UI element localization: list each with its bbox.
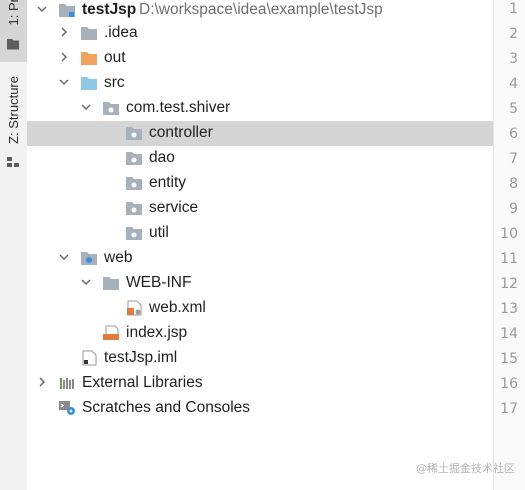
util-label: util — [149, 224, 169, 241]
root-label: testJsp — [82, 1, 137, 18]
line-number: 5 — [509, 101, 518, 117]
out-label: out — [104, 49, 126, 66]
line-number: 16 — [500, 376, 518, 392]
dao-label: dao — [149, 149, 175, 166]
line-number: 10 — [500, 226, 518, 242]
package-icon — [126, 227, 142, 240]
watermark: @稀土掘金技术社区 — [416, 462, 515, 475]
xml-file-icon — [127, 300, 142, 316]
src-label: src — [104, 74, 125, 91]
tree-row-iml[interactable]: testJsp.iml — [27, 346, 493, 371]
tree-row-entity[interactable]: entity — [27, 171, 493, 196]
chevron-right-icon[interactable] — [56, 24, 72, 40]
line-number-gutter: 1 2 3 4 5 6 7 8 9 10 11 12 13 14 15 16 1… — [493, 0, 525, 490]
source-folder-icon — [81, 77, 97, 90]
chevron-right-icon[interactable] — [34, 374, 50, 390]
module-folder-icon — [59, 4, 75, 17]
tree-row-service[interactable]: service — [27, 196, 493, 221]
entity-label: entity — [149, 174, 187, 191]
line-number: 14 — [500, 326, 518, 342]
tree-row-src[interactable]: src — [27, 71, 493, 96]
iml-file-icon — [82, 350, 97, 366]
excluded-folder-icon — [81, 52, 97, 65]
folder-icon — [81, 27, 97, 40]
tree-row-external-libraries[interactable]: External Libraries — [27, 371, 493, 396]
line-number: 13 — [500, 301, 518, 317]
line-number: 11 — [500, 251, 518, 267]
line-number: 9 — [509, 201, 518, 217]
idea-label: .idea — [104, 24, 138, 41]
external-libraries-label: External Libraries — [82, 374, 203, 391]
tree-row-dao[interactable]: dao — [27, 146, 493, 171]
tree-row-indexjsp[interactable]: index.jsp — [27, 321, 493, 346]
structure-tab-label: Z: Structure — [6, 76, 21, 144]
package-icon — [126, 177, 142, 190]
structure-icon — [7, 157, 19, 167]
line-number: 2 — [509, 26, 518, 42]
line-number: 7 — [509, 151, 518, 167]
structure-tool-tab[interactable]: Z: Structure — [0, 72, 27, 172]
chevron-down-icon[interactable] — [34, 1, 50, 17]
jsp-file-icon — [103, 325, 119, 340]
tree-row-webxml[interactable]: web.xml — [27, 296, 493, 321]
tree-row-controller[interactable]: controller — [27, 121, 493, 146]
chevron-down-icon[interactable] — [78, 274, 94, 290]
tree-row-idea[interactable]: .idea — [27, 21, 493, 46]
project-folder-icon — [7, 39, 19, 50]
project-tree: testJsp D:\workspace\idea\example\testJs… — [27, 0, 493, 490]
scratches-icon — [59, 401, 75, 415]
chevron-right-icon[interactable] — [56, 49, 72, 65]
line-number: 17 — [500, 401, 518, 417]
line-number: 15 — [500, 351, 518, 367]
line-number: 12 — [500, 276, 518, 292]
web-label: web — [104, 249, 133, 266]
tree-row-util[interactable]: util — [27, 221, 493, 246]
web-folder-icon — [81, 252, 97, 265]
root-path: D:\workspace\idea\example\testJsp — [139, 1, 383, 18]
libraries-icon — [60, 378, 74, 389]
tree-row-webinf[interactable]: WEB-INF — [27, 271, 493, 296]
tree-row-scratches[interactable]: Scratches and Consoles — [27, 396, 493, 421]
webxml-label: web.xml — [149, 299, 206, 316]
tree-row-root[interactable]: testJsp D:\workspace\idea\example\testJs… — [27, 0, 493, 23]
line-number: 1 — [509, 1, 518, 17]
package-label: com.test.shiver — [126, 99, 231, 116]
iml-label: testJsp.iml — [104, 349, 178, 366]
tool-window-strip: 1: Pr Z: Structure — [0, 0, 28, 490]
chevron-down-icon[interactable] — [56, 74, 72, 90]
service-label: service — [149, 199, 199, 216]
scratches-label: Scratches and Consoles — [82, 399, 251, 416]
tree-row-package[interactable]: com.test.shiver — [27, 96, 493, 121]
tree-row-out[interactable]: out — [27, 46, 493, 71]
webinf-label: WEB-INF — [126, 274, 192, 291]
package-icon — [126, 127, 142, 140]
line-number: 8 — [509, 176, 518, 192]
package-icon — [126, 152, 142, 165]
controller-label: controller — [149, 124, 213, 141]
project-tab-label: 1: Pr — [6, 0, 21, 26]
folder-icon — [103, 277, 119, 290]
project-tool-tab[interactable]: 1: Pr — [0, 0, 27, 62]
line-number: 4 — [509, 76, 518, 92]
chevron-down-icon[interactable] — [78, 99, 94, 115]
package-icon — [103, 102, 119, 115]
line-number: 3 — [509, 51, 518, 67]
line-number: 6 — [509, 126, 518, 142]
indexjsp-label: index.jsp — [126, 324, 188, 341]
tree-row-web[interactable]: web — [27, 246, 493, 271]
package-icon — [126, 202, 142, 215]
chevron-down-icon[interactable] — [56, 249, 72, 265]
ide-window: 1: Pr Z: Structure testJsp D:\workspace\… — [0, 0, 525, 490]
